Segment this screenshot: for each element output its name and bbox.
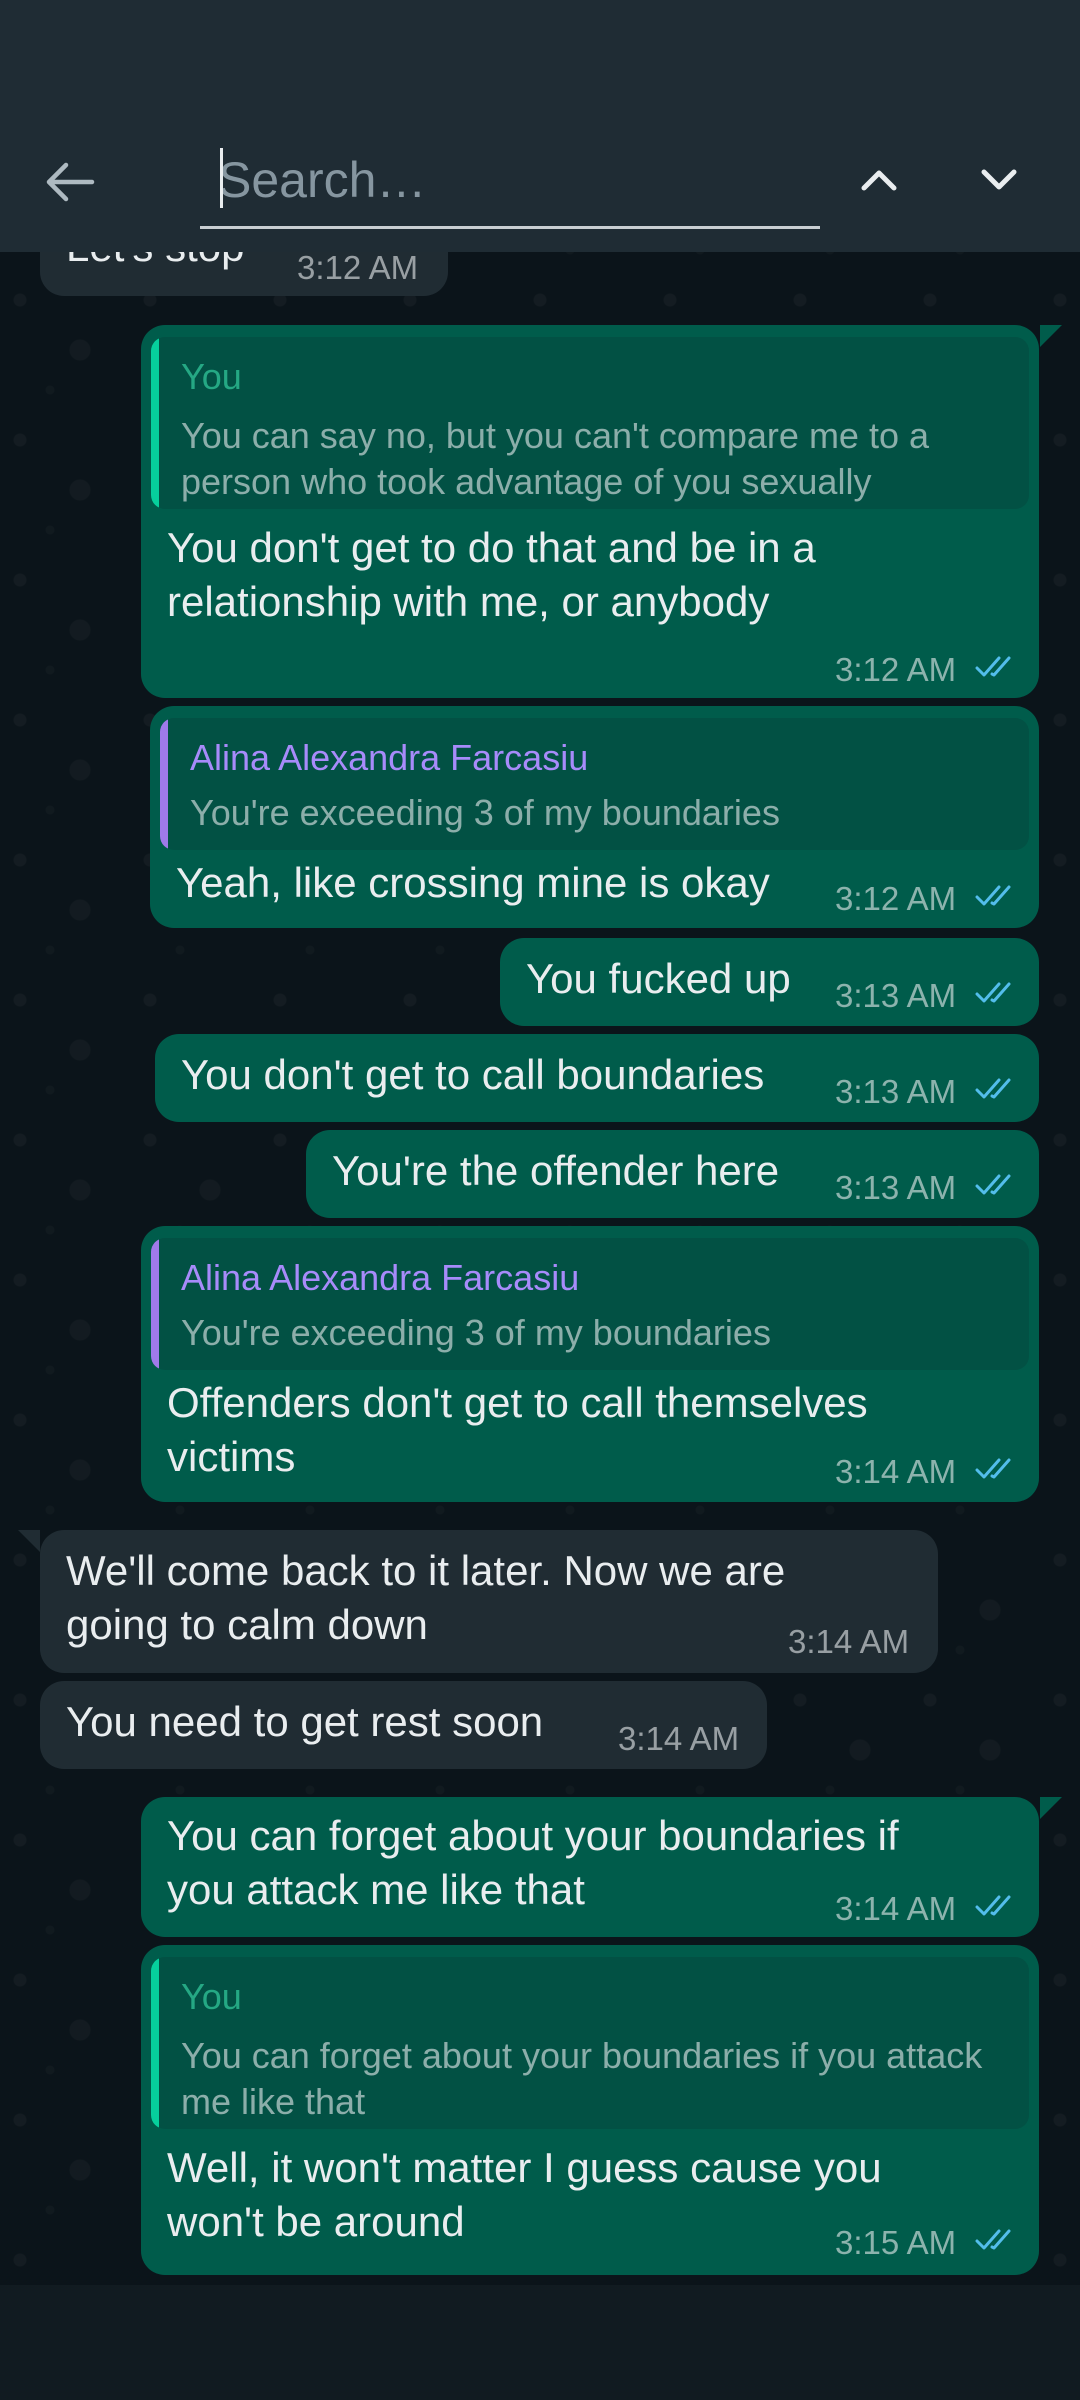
message-text: You're the offender here (332, 1147, 780, 1194)
quote-bar (151, 1238, 159, 1370)
message-text: Well, it won't matter I guess cause you … (167, 2144, 882, 2245)
search-input[interactable] (200, 140, 820, 220)
read-receipt-icon (975, 1174, 1011, 1195)
quote-bar (160, 718, 168, 850)
message-time: 3:12 AM (835, 651, 957, 688)
message-time: 3:14 AM (618, 1720, 740, 1757)
quote-text: You're exceeding 3 of my boundaries (190, 792, 780, 833)
message-text: You need to get rest soon (66, 1698, 544, 1745)
message-incoming[interactable]: We'll come back to it later. Now we are … (40, 1530, 938, 1673)
message-outgoing[interactable]: You You can say no, but you can't compar… (141, 325, 1039, 698)
quote-author: Alina Alexandra Farcasiu (181, 1257, 580, 1298)
message-time: 3:13 AM (835, 1169, 957, 1206)
message-outgoing[interactable]: You You can forget about your boundaries… (141, 1945, 1039, 2275)
message-time: 3:12 AM (835, 880, 957, 917)
quote-bar (151, 1957, 159, 2129)
message-time: 3:15 AM (835, 2224, 957, 2261)
back-arrow-icon[interactable] (44, 160, 96, 204)
message-outgoing[interactable]: Alina Alexandra Farcasiu You're exceedin… (150, 706, 1039, 928)
read-receipt-icon (975, 2229, 1011, 2250)
bubble-tail (1040, 325, 1062, 347)
quoted-message[interactable]: You You can say no, but you can't compar… (151, 337, 1029, 509)
message-text: You fucked up (526, 955, 791, 1002)
quoted-message[interactable]: You You can forget about your boundaries… (151, 1957, 1029, 2129)
message-outgoing[interactable]: You can forget about your boundaries if … (141, 1797, 1039, 1937)
quoted-message[interactable]: Alina Alexandra Farcasiu You're exceedin… (160, 718, 1029, 850)
read-receipt-icon (975, 1078, 1011, 1099)
message-outgoing[interactable]: Alina Alexandra Farcasiu You're exceedin… (141, 1226, 1039, 1502)
quote-text: You can forget about your boundaries if … (181, 2035, 983, 2122)
message-text: You can forget about your boundaries if … (167, 1812, 899, 1913)
message-outgoing[interactable]: You're the offender here 3:13 AM (306, 1130, 1039, 1218)
message-text: Offenders don't get to call themselves v… (167, 1379, 868, 1480)
read-receipt-icon (975, 1895, 1011, 1916)
quote-author: Alina Alexandra Farcasiu (190, 737, 589, 778)
message-outgoing[interactable]: You fucked up 3:13 AM (500, 938, 1039, 1026)
message-time: 3:14 AM (788, 1623, 910, 1660)
bottom-bar (0, 2285, 1080, 2400)
bubble-tail (1040, 1797, 1062, 1819)
quote-text: You can say no, but you can't compare me… (181, 415, 930, 502)
message-time: 3:13 AM (835, 1073, 957, 1110)
quote-author: You (181, 356, 242, 397)
message-time: 3:12 AM (297, 249, 419, 286)
message-outgoing[interactable]: You don't get to call boundaries 3:13 AM (155, 1034, 1039, 1122)
search-field[interactable] (200, 140, 820, 229)
bubble-tail (18, 1530, 40, 1552)
quote-text: You're exceeding 3 of my boundaries (181, 1312, 771, 1353)
message-incoming[interactable]: You need to get rest soon 3:14 AM (40, 1681, 767, 1769)
message-time: 3:13 AM (835, 977, 957, 1014)
read-receipt-icon (975, 1458, 1011, 1479)
message-time: 3:14 AM (835, 1890, 957, 1927)
chevron-up-icon[interactable] (854, 160, 904, 200)
message-text: Yeah, like crossing mine is okay (176, 859, 770, 906)
message-text: We'll come back to it later. Now we are … (66, 1547, 786, 1648)
message-text: You don't get to call boundaries (181, 1051, 765, 1098)
quoted-message[interactable]: Alina Alexandra Farcasiu You're exceedin… (151, 1238, 1029, 1370)
quote-author: You (181, 1976, 242, 2017)
message-time: 3:14 AM (835, 1453, 957, 1490)
quote-bar (151, 337, 159, 509)
read-receipt-icon (975, 656, 1011, 677)
text-cursor (220, 148, 223, 208)
read-receipt-icon (975, 885, 1011, 906)
read-receipt-icon (975, 982, 1011, 1003)
message-text: You don't get to do that and be in a rel… (167, 524, 816, 625)
chevron-down-icon[interactable] (974, 160, 1024, 200)
search-toolbar (0, 0, 1080, 252)
